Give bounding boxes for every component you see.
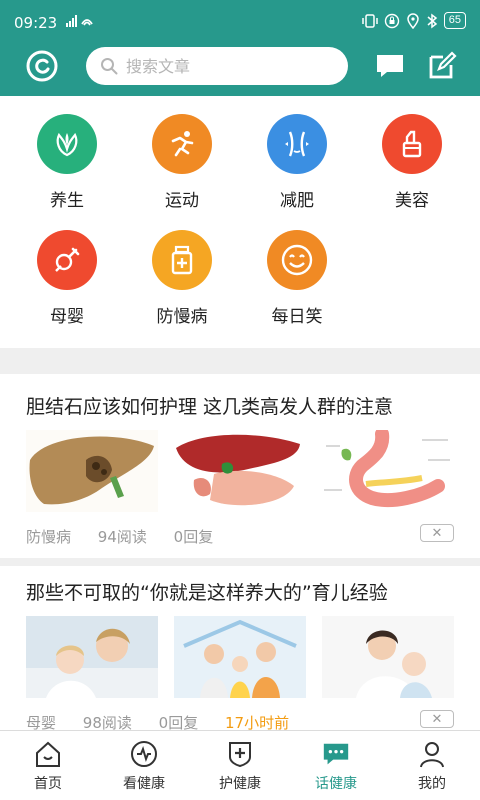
edit-icon [429, 51, 457, 79]
stomach-diagram-image [322, 430, 454, 512]
category-yundong[interactable]: 运动 [122, 96, 242, 212]
nav-label: 护健康 [219, 776, 261, 792]
app-header: 09:23 65 [0, 0, 480, 96]
running-icon [152, 114, 212, 174]
category-meirixiao[interactable]: 每日笑 [237, 212, 357, 328]
category-jianfei[interactable]: 减肥 [237, 96, 357, 212]
message-button[interactable] [370, 46, 410, 86]
nav-label: 话健康 [315, 776, 357, 792]
category-label: 运动 [165, 191, 199, 211]
home-icon [33, 739, 63, 769]
bottom-nav: 首页 看健康 护健康 话健康 我的 [0, 730, 480, 800]
category-label: 母婴 [50, 307, 84, 327]
article-separator [0, 558, 480, 566]
category-label: 美容 [395, 191, 429, 211]
article-time: 17小时前 [225, 714, 290, 730]
search-icon [101, 58, 118, 75]
status-right: 65 [362, 12, 466, 29]
signal-indicator [66, 14, 96, 31]
article-category: 母婴 [26, 714, 57, 730]
article-reads: 94阅读 [97, 528, 147, 546]
nav-label: 看健康 [123, 776, 165, 792]
lock-rotation-icon [384, 13, 399, 28]
signal-icon [66, 15, 93, 27]
nav-label: 首页 [34, 776, 62, 792]
shield-plus-icon [225, 739, 255, 769]
status-time: 09:23 [14, 14, 58, 32]
category-yangsheng[interactable]: 养生 [7, 96, 127, 212]
category-label: 每日笑 [271, 307, 323, 327]
article-replies: 0回复 [158, 714, 199, 730]
mother-child-photo [26, 616, 158, 698]
medicine-bottle-icon [152, 230, 212, 290]
status-bar: 09:23 65 [0, 0, 480, 40]
dismiss-article-button[interactable]: ✕ [420, 524, 454, 542]
family-photo [174, 616, 306, 698]
category-label: 养生 [50, 191, 84, 211]
category-label: 减肥 [280, 191, 314, 211]
article-meta: 母婴 98阅读 0回复 17小时前 [26, 712, 311, 730]
article-category: 防慢病 [26, 528, 72, 546]
section-divider [0, 348, 480, 374]
health-watch-icon [129, 739, 159, 769]
article-meta: 防慢病 94阅读 0回复 [26, 526, 235, 547]
article-title[interactable]: 胆结石应该如何护理 这几类高发人群的注意 [26, 392, 393, 419]
pacifier-icon [37, 230, 97, 290]
liver-image [26, 430, 158, 512]
article-card[interactable]: 那些不可取的“你就是这样养大的”育儿经验 母婴 98阅读 0回复 17小时前 ✕ [0, 566, 480, 730]
nav-hu-jiankang[interactable]: 护健康 [192, 731, 288, 800]
lipstick-icon [382, 114, 442, 174]
category-grid: 养生 运动 减肥 美容 母婴 防慢病 每日笑 [0, 96, 480, 348]
message-icon [377, 55, 403, 77]
bluetooth-icon [427, 13, 437, 28]
battery-indicator: 65 [443, 12, 466, 29]
vibrate-icon [362, 13, 378, 28]
search-input[interactable] [126, 56, 326, 76]
write-button[interactable] [422, 46, 462, 86]
article-reads: 98阅读 [82, 714, 132, 730]
smile-icon [267, 230, 327, 290]
refresh-button[interactable] [22, 46, 62, 86]
nav-home[interactable]: 首页 [0, 731, 96, 800]
category-meirong[interactable]: 美容 [352, 96, 472, 212]
article-replies: 0回复 [173, 528, 214, 546]
category-muying[interactable]: 母婴 [7, 212, 127, 328]
location-icon [406, 12, 419, 29]
nav-hua-jiankang[interactable]: 话健康 [288, 731, 384, 800]
person-icon [417, 739, 447, 769]
search-box[interactable] [86, 47, 348, 85]
nav-kan-jiankang[interactable]: 看健康 [96, 731, 192, 800]
dismiss-article-button[interactable]: ✕ [420, 710, 454, 728]
article-card[interactable]: 胆结石应该如何护理 这几类高发人群的注意 防慢病 94阅读 0回复 ✕ [0, 374, 480, 558]
article-title[interactable]: 那些不可取的“你就是这样养大的”育儿经验 [26, 578, 388, 605]
category-label: 防慢病 [156, 307, 208, 327]
category-fangmanbing[interactable]: 防慢病 [122, 212, 242, 328]
nav-mine[interactable]: 我的 [384, 731, 480, 800]
gallbladder-image [174, 430, 306, 512]
chat-icon [321, 739, 351, 769]
mother-baby-photo [322, 616, 454, 698]
waist-icon [267, 114, 327, 174]
nav-label: 我的 [418, 776, 446, 792]
leaf-icon [37, 114, 97, 174]
refresh-icon [26, 50, 58, 82]
article-thumbnails [26, 616, 454, 698]
article-thumbnails [26, 430, 454, 512]
